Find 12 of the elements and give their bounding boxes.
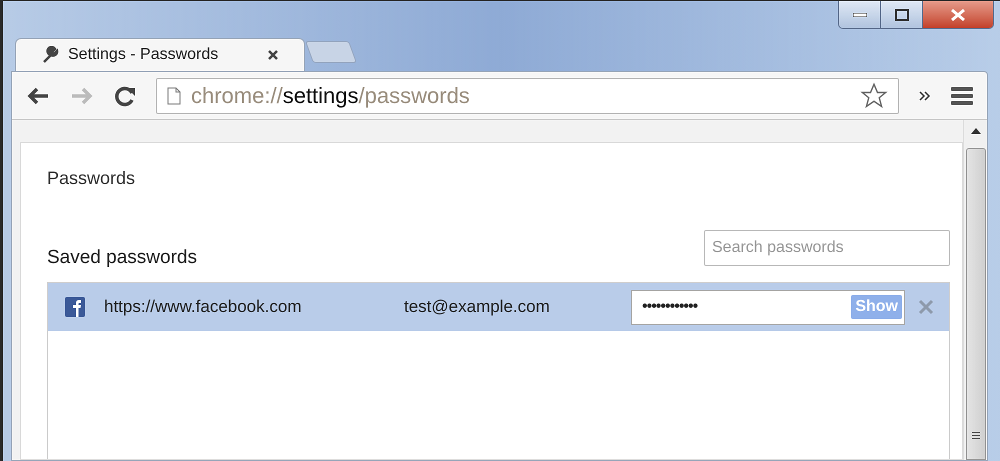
site-url: https://www.facebook.com <box>104 296 302 318</box>
search-field[interactable]: Search passwords <box>704 230 950 266</box>
browser-tab[interactable]: Settings - Passwords <box>15 38 305 71</box>
password-field[interactable]: •••••••••••• Show <box>631 290 905 324</box>
address-bar[interactable]: chrome://settings/passwords <box>156 78 899 114</box>
password-dots: •••••••••••• <box>642 297 698 317</box>
username: test@example.com <box>404 296 551 318</box>
page-title: Passwords <box>47 167 136 190</box>
tab-title: Settings - Passwords <box>68 45 220 65</box>
url-text: chrome://settings/passwords <box>191 82 471 110</box>
password-row[interactable]: https://www.facebook.com test@example.com •••••••••••• Show <box>48 283 949 331</box>
section-heading: Saved passwords <box>47 246 197 270</box>
